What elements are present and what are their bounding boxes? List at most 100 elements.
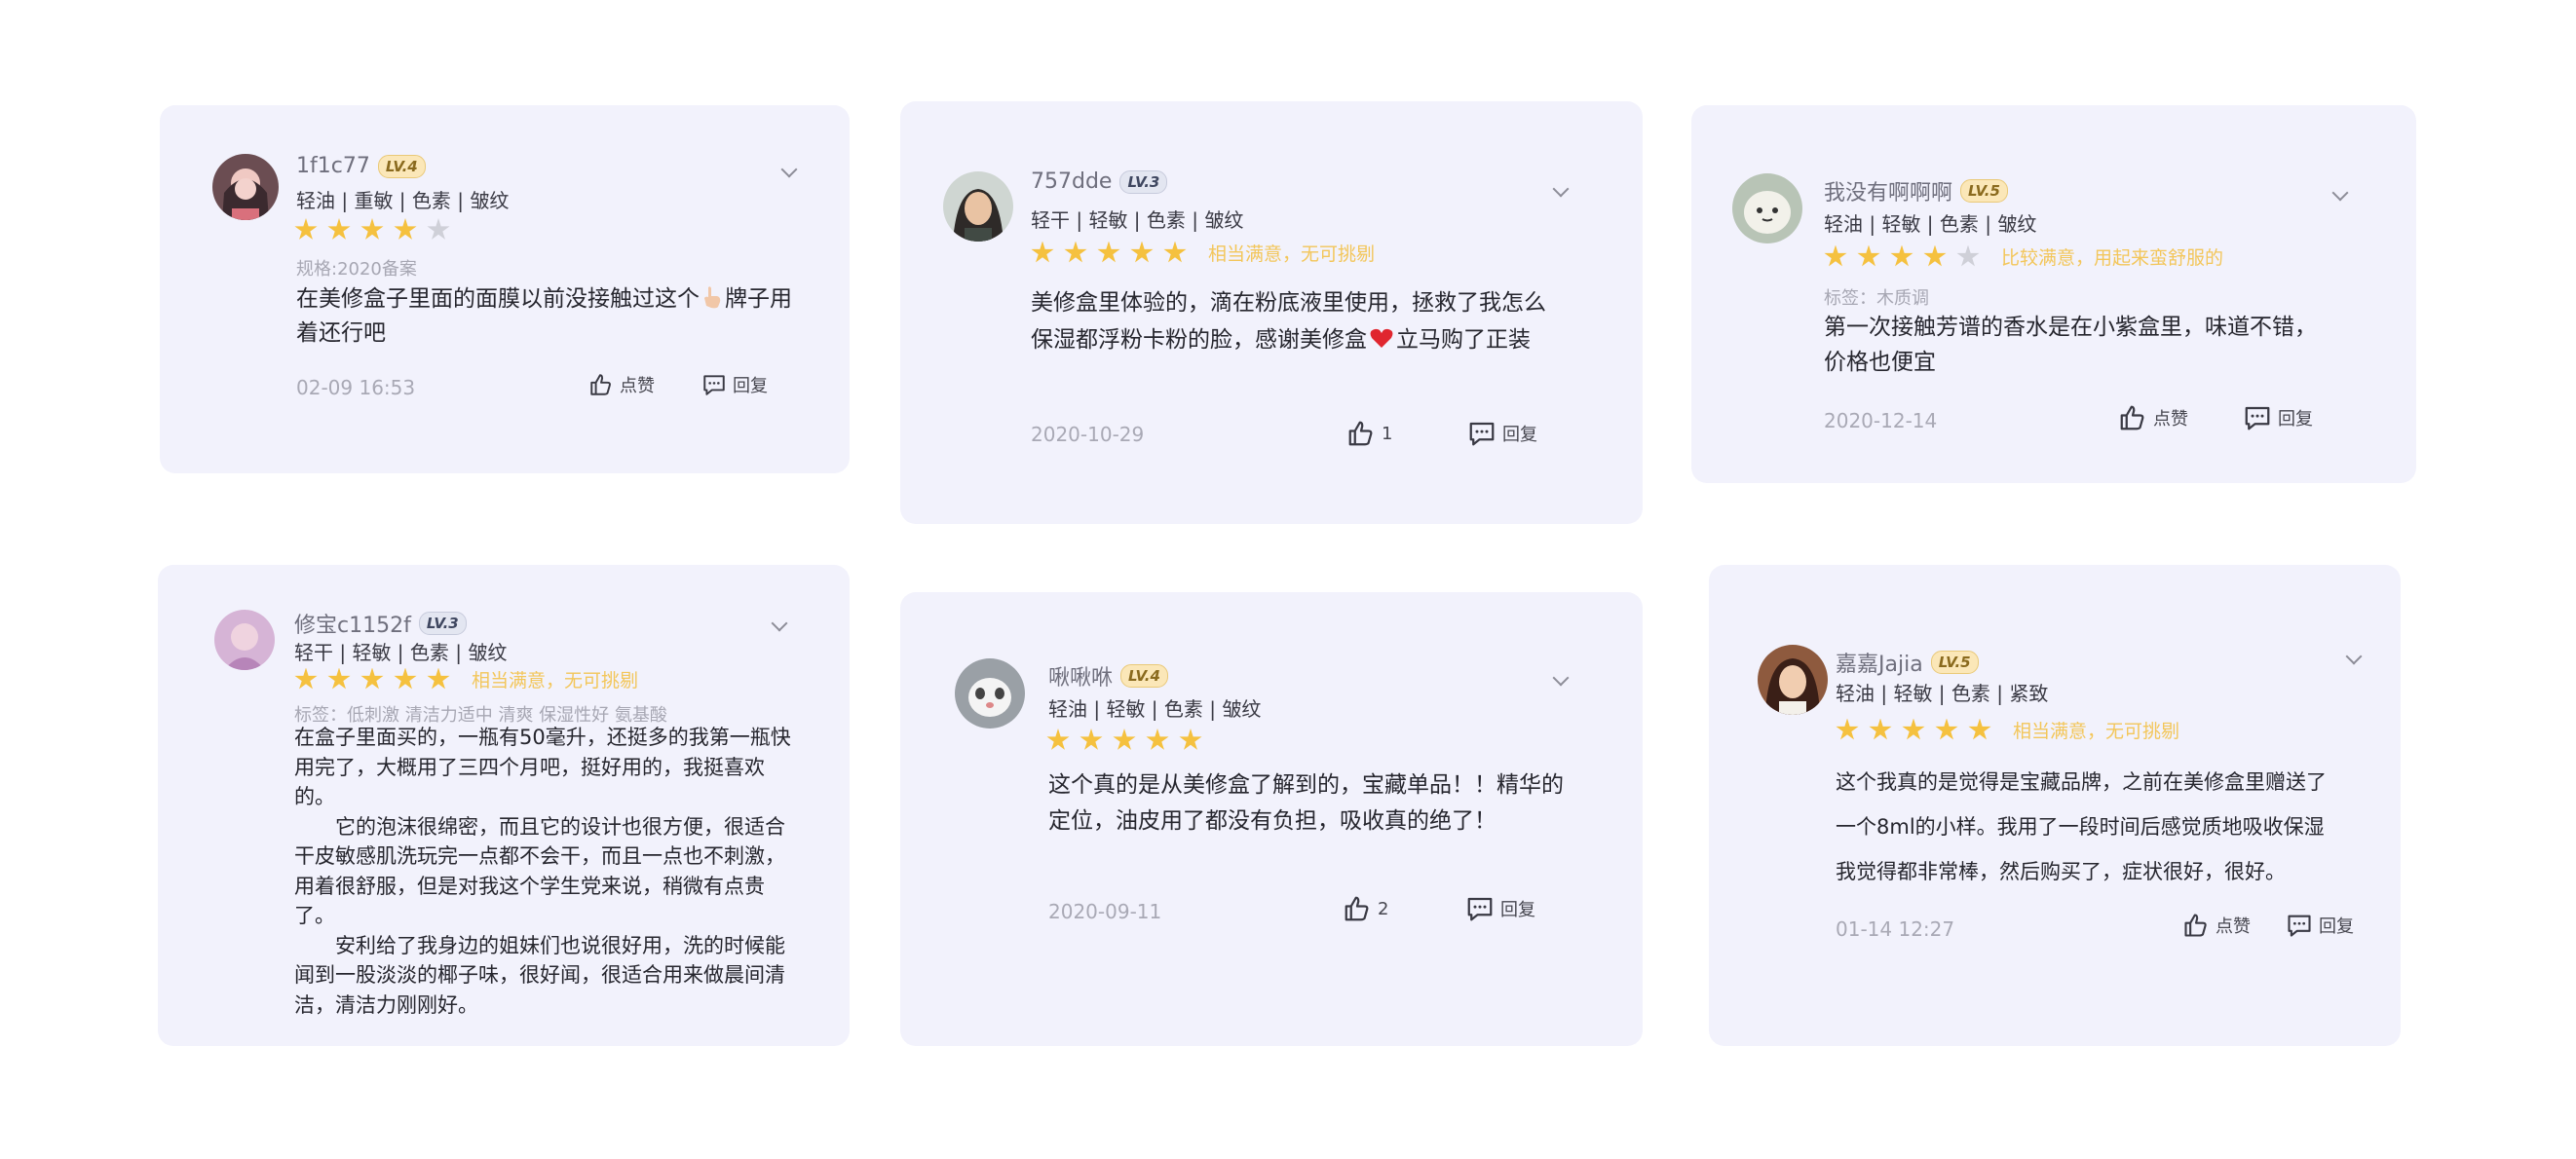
star-icon — [394, 218, 417, 240]
chevron-down-icon[interactable] — [771, 615, 788, 632]
star-rating: 相当满意，无可挑剔 — [294, 666, 638, 692]
star-empty-icon — [1956, 244, 1980, 267]
review-tag: 规格:2020备案 — [296, 259, 417, 280]
review-content: 在美修盒子里面的面膜以前没接触过这个 牌子用着还行吧 — [296, 282, 803, 351]
star-rating: 相当满意，无可挑剔 — [1031, 240, 1375, 266]
username[interactable]: 1f1c77 — [296, 154, 370, 178]
review-content: 美修盒里体验的，滴在粉底液里使用，拯救了我怎么保湿都浮粉卡粉的脸，感谢美修盒 立马… — [1031, 284, 1557, 358]
like-button[interactable]: 点赞 — [2118, 403, 2188, 432]
chevron-down-icon[interactable] — [780, 161, 798, 178]
star-icon — [1080, 729, 1103, 750]
like-button[interactable]: 1 — [1346, 419, 1392, 448]
star-icon — [1163, 241, 1187, 263]
reply-label: 回复 — [733, 376, 768, 396]
reply-label: 回复 — [1502, 425, 1537, 445]
user-avatar[interactable] — [943, 171, 1013, 242]
username[interactable]: 修宝c1152f — [294, 608, 411, 639]
review-card: 嘉嘉Jajia LV.5 轻油 | 轻敏 | 色素 | 紧致 相当满意，无可挑剔… — [1709, 565, 2401, 1046]
comment-icon — [2245, 406, 2270, 430]
like-button[interactable]: 点赞 — [588, 372, 655, 397]
skin-attributes: 轻油 | 轻敏 | 色素 | 皱纹 — [1048, 697, 1262, 721]
like-button[interactable]: 点赞 — [2182, 912, 2251, 939]
like-label: 点赞 — [2216, 916, 2251, 937]
review-date: 2020-09-11 — [1048, 900, 1162, 923]
star-icon — [1031, 241, 1054, 263]
star-icon — [427, 667, 450, 690]
level-badge: LV.5 — [1930, 651, 1979, 674]
rating-description: 相当满意，无可挑剔 — [472, 670, 639, 692]
username[interactable]: 啾啾咻 — [1048, 660, 1113, 692]
user-avatar[interactable] — [212, 154, 279, 220]
username[interactable]: 757dde — [1031, 169, 1112, 194]
review-paragraph: 在盒子里面买的，一瓶有50毫升，还挺多的我第一瓶快用完了，大概用了三四个月吧，挺… — [294, 726, 791, 808]
star-icon — [1935, 718, 1958, 740]
star-icon — [1902, 718, 1925, 740]
star-icon — [1824, 244, 1847, 267]
star-icon — [327, 667, 351, 690]
star-icon — [394, 667, 417, 690]
reply-button[interactable]: 回复 — [1467, 419, 1537, 448]
star-icon — [1869, 718, 1892, 740]
comment-icon — [1467, 897, 1493, 921]
like-button[interactable]: 2 — [1343, 894, 1388, 923]
user-avatar[interactable] — [955, 658, 1025, 729]
reply-button[interactable]: 回复 — [1465, 894, 1535, 923]
chevron-down-icon[interactable] — [1552, 669, 1570, 687]
username[interactable]: 嘉嘉Jajia — [1836, 647, 1923, 678]
chevron-down-icon[interactable] — [2345, 648, 2363, 665]
level-badge: LV.4 — [377, 154, 426, 178]
reply-button[interactable]: 回复 — [2286, 912, 2354, 939]
review-card: 我没有啊啊啊 LV.5 轻油 | 轻敏 | 色素 | 皱纹 比较满意，用起来蛮舒… — [1691, 105, 2416, 483]
review-card: 啾啾咻 LV.4 轻油 | 轻敏 | 色素 | 皱纹 这个真的是从美修盒了解到的… — [900, 592, 1643, 1046]
like-count: 1 — [1382, 423, 1393, 444]
comment-icon — [2288, 915, 2311, 937]
level-badge: LV.3 — [1119, 169, 1168, 194]
star-icon — [294, 667, 318, 690]
chevron-down-icon[interactable] — [1552, 180, 1570, 198]
thumbs-up-icon — [1345, 896, 1369, 921]
like-label: 点赞 — [620, 376, 655, 396]
review-tag: 标签：木质调 — [1824, 288, 1929, 309]
star-rating: 相当满意，无可挑剔 — [1836, 717, 2179, 743]
like-count: 2 — [1378, 898, 1389, 919]
user-avatar[interactable] — [214, 610, 275, 670]
rating-description: 相当满意，无可挑剔 — [2013, 721, 2180, 742]
skin-attributes: 轻油 | 重敏 | 色素 | 皱纹 — [296, 189, 510, 212]
star-icon — [1113, 729, 1136, 750]
review-content: 第一次接触芳谱的香水是在小紫盒里，味道不错，价格也便宜 — [1824, 310, 2330, 380]
review-paragraph: 安利给了我身边的姐妹们也说很好用，洗的时候能闻到一股淡淡的椰子味，很好闻，很适合… — [294, 933, 785, 1017]
thumbs-up-icon — [590, 374, 611, 395]
review-paragraph: 它的泡沫很绵密，而且它的设计也很方便，很适合干皮敏感肌洗玩完一点都不会干，而且一… — [294, 814, 785, 928]
review-text: 这个真的是从美修盒了解到的，宝藏单品！！精华的定位，油皮用了都没有负担，吸收真的… — [1048, 772, 1564, 834]
star-icon — [327, 218, 351, 240]
rating-description: 相当满意，无可挑剔 — [1208, 243, 1376, 265]
star-icon — [1836, 718, 1859, 740]
review-content: 这个我真的是觉得是宝藏品牌，之前在美修盒里赠送了一个8ml的小样。我用了一段时间… — [1836, 760, 2342, 894]
star-icon — [1890, 244, 1913, 267]
reply-label: 回复 — [2278, 409, 2313, 430]
review-card: 1f1c77 LV.4 轻油 | 重敏 | 色素 | 皱纹 规格:2020备案 … — [160, 105, 850, 473]
user-avatar[interactable] — [1758, 645, 1828, 715]
star-icon — [1130, 241, 1154, 263]
review-text: 立马购了正装 — [1396, 327, 1531, 353]
star-rating: 比较满意，用起来蛮舒服的 — [1824, 243, 2223, 270]
star-icon — [1064, 241, 1087, 263]
review-card: 757dde LV.3 轻干 | 轻敏 | 色素 | 皱纹 相当满意，无可挑剔 … — [900, 101, 1643, 524]
review-text: 这个我真的是觉得是宝藏品牌，之前在美修盒里赠送了一个8ml的小样。我用了一段时间… — [1836, 770, 2327, 883]
review-text: 第一次接触芳谱的香水是在小紫盒里，味道不错，价格也便宜 — [1824, 315, 2317, 375]
username[interactable]: 我没有啊啊啊 — [1824, 175, 1952, 206]
user-avatar[interactable] — [1732, 173, 1802, 243]
skin-attributes: 轻干 | 轻敏 | 色素 | 皱纹 — [294, 641, 508, 664]
star-icon — [360, 667, 384, 690]
reply-label: 回复 — [2319, 916, 2354, 937]
reply-button[interactable]: 回复 — [2243, 403, 2313, 432]
reply-button[interactable]: 回复 — [701, 372, 768, 397]
star-icon — [1046, 729, 1070, 750]
chevron-down-icon[interactable] — [2331, 184, 2349, 202]
skin-attributes: 轻油 | 轻敏 | 色素 | 紧致 — [1836, 682, 2049, 705]
review-date: 2020-12-14 — [1824, 409, 1938, 432]
rating-description: 比较满意，用起来蛮舒服的 — [2001, 247, 2224, 269]
review-content: 在盒子里面买的，一瓶有50毫升，还挺多的我第一瓶快用完了，大概用了三四个月吧，挺… — [294, 723, 801, 1020]
heart-emoji — [1369, 324, 1394, 348]
star-rating — [294, 218, 460, 242]
